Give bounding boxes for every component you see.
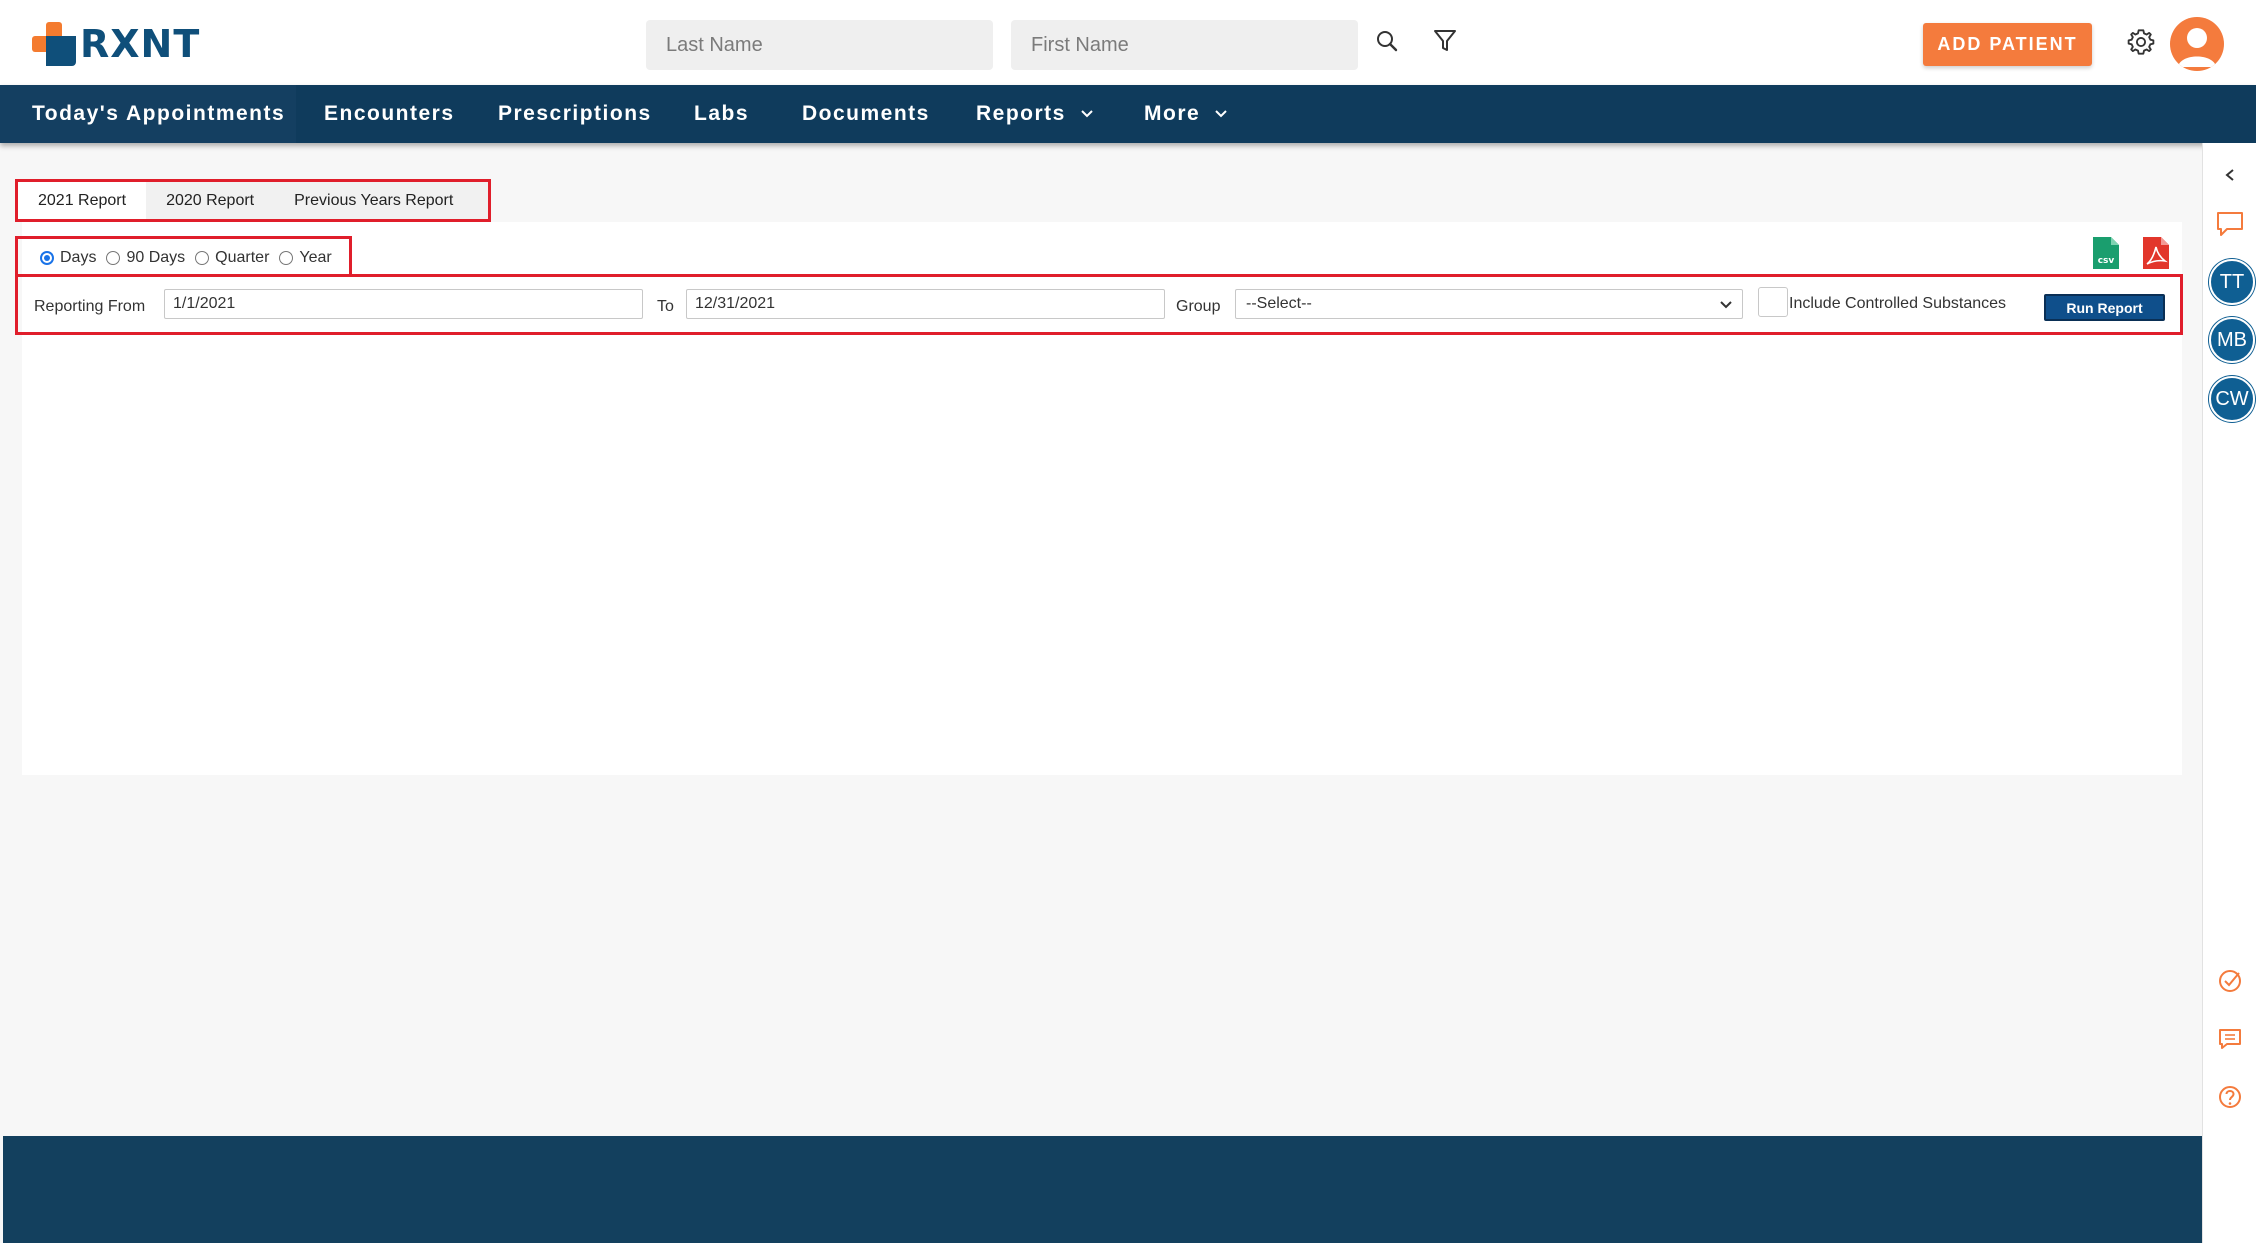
csv-label: csv — [2098, 256, 2115, 266]
nav-item-todays-appointments[interactable]: Today's Appointments — [0, 85, 296, 143]
right-rail: TT MB CW — [2202, 143, 2256, 1243]
user-badge-cw[interactable]: CW — [2209, 376, 2255, 422]
collapse-chevron-icon[interactable] — [2203, 161, 2256, 189]
nav-label: More — [1144, 102, 1201, 125]
reporting-from-label: Reporting From — [34, 298, 146, 315]
nav-label: Reports — [976, 102, 1066, 125]
nav-label: Labs — [694, 102, 750, 125]
radio-dot[interactable] — [195, 250, 210, 265]
message-icon[interactable] — [2203, 1023, 2256, 1055]
radio-dot[interactable] — [40, 250, 54, 265]
tab-previous-years-report[interactable]: Previous Years Report — [274, 182, 473, 219]
gear-icon[interactable] — [2124, 25, 2158, 59]
user-badge-tt[interactable]: TT — [2209, 259, 2255, 305]
radio-quarter[interactable]: Quarter — [195, 249, 269, 267]
last-name-input[interactable] — [646, 20, 993, 70]
group-select-value: --Select-- — [1246, 295, 1312, 312]
top-bar: RXNT ADD PATIENT — [0, 0, 2256, 85]
period-selector: Days 90 Days Quarter Year — [15, 236, 352, 276]
report-tabs: 2021 Report 2020 Report Previous Years R… — [15, 179, 491, 222]
reporting-from-input[interactable] — [164, 289, 643, 319]
radio-label: 90 Days — [126, 248, 186, 266]
radio-dot[interactable] — [106, 250, 121, 265]
radio-label: Days — [60, 248, 97, 266]
reporting-to-input[interactable] — [686, 289, 1165, 319]
to-label: To — [657, 298, 674, 315]
nav-item-more[interactable]: More — [1144, 85, 1228, 143]
chevron-down-icon — [1720, 301, 1732, 309]
nav-label: Prescriptions — [498, 102, 652, 125]
nav-label: Today's Appointments — [32, 102, 286, 125]
nav-item-encounters[interactable]: Encounters — [324, 85, 455, 143]
footer — [3, 1136, 2202, 1243]
nav-item-reports[interactable]: Reports — [976, 85, 1094, 143]
radio-90-days[interactable]: 90 Days — [106, 249, 185, 267]
radio-year[interactable]: Year — [279, 248, 332, 267]
tab-2021-report[interactable]: 2021 Report — [18, 182, 147, 219]
search-icon[interactable] — [1372, 26, 1402, 56]
nav-item-labs[interactable]: Labs — [694, 85, 749, 143]
radio-days[interactable]: Days — [40, 249, 96, 267]
csv-export-icon[interactable]: csv — [2090, 234, 2122, 272]
group-label: Group — [1176, 298, 1221, 315]
report-filter-form: Reporting From To Group --Select-- Inclu… — [15, 274, 2183, 335]
user-avatar[interactable] — [2170, 17, 2224, 71]
user-badge-mb[interactable]: MB — [2209, 317, 2255, 363]
logo-text: RXNT — [80, 22, 201, 66]
nav-label: Documents — [802, 102, 930, 125]
help-icon[interactable] — [2203, 1081, 2256, 1113]
chevron-down-icon — [1215, 110, 1227, 118]
tab-2020-report[interactable]: 2020 Report — [146, 182, 274, 219]
chevron-down-icon — [1081, 110, 1093, 118]
add-patient-button[interactable]: ADD PATIENT — [1923, 23, 2092, 66]
first-name-input[interactable] — [1011, 20, 1358, 70]
main-nav: Today's Appointments Encounters Prescrip… — [0, 85, 2256, 143]
nav-item-documents[interactable]: Documents — [802, 85, 930, 143]
chat-bubble-icon[interactable] — [2203, 207, 2256, 241]
include-controlled-label: Include Controlled Substances — [1789, 295, 2007, 312]
nav-item-prescriptions[interactable]: Prescriptions — [498, 85, 652, 143]
radio-label: Year — [299, 248, 332, 266]
logo-cross-icon — [32, 22, 76, 66]
radio-dot[interactable] — [279, 250, 294, 265]
filter-icon[interactable] — [1430, 26, 1460, 56]
radio-label: Quarter — [215, 248, 270, 266]
include-controlled-checkbox[interactable] — [1758, 287, 1788, 317]
nav-label: Encounters — [324, 102, 455, 125]
run-report-button[interactable]: Run Report — [2044, 294, 2165, 321]
rxnt-logo[interactable]: RXNT — [32, 22, 200, 66]
pdf-export-icon[interactable] — [2140, 234, 2172, 272]
task-check-icon[interactable] — [2203, 965, 2256, 997]
group-select[interactable]: --Select-- — [1235, 289, 1743, 319]
